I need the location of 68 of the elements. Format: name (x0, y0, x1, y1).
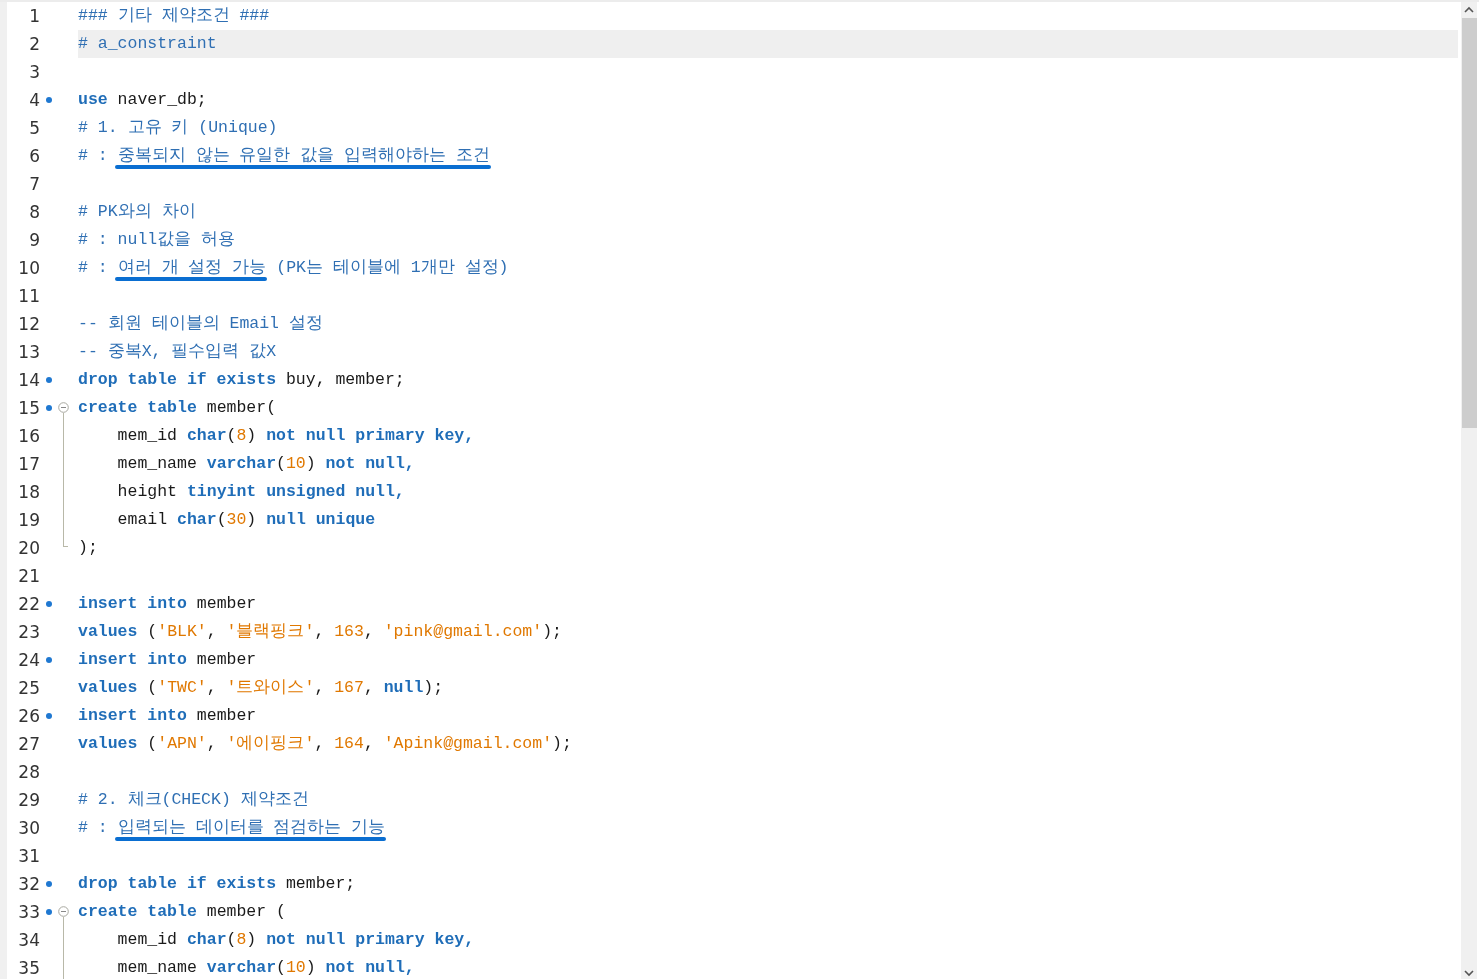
line-number: 33 (17, 901, 40, 924)
line-number: 26 (17, 705, 40, 728)
code-line: insert into member (78, 650, 257, 669)
code-line: create table member ( (78, 902, 286, 921)
line-number: 4 (28, 89, 40, 112)
code-line: 중복되지 않는 유일한 값을 입력해야하는 조건 (117, 146, 491, 165)
code-line: -- 회원 테이블의 Email 설정 (78, 314, 323, 333)
line-number: 13 (17, 341, 40, 364)
line-number: 28 (17, 761, 40, 784)
line-number: 12 (17, 313, 40, 336)
line-number: 3 (28, 61, 40, 84)
line-number: 8 (28, 201, 40, 224)
line-number: 32 (17, 873, 40, 896)
code-line: drop table if exists member; (78, 874, 356, 893)
code-line: mem_id char(8) not null primary key, (116, 930, 475, 949)
code-line: -- 중복X, 필수입력 값X (78, 342, 277, 361)
line-number: 7 (28, 173, 40, 196)
line-number: 15 (17, 397, 40, 420)
code-line: mem_name varchar(10) not null, (116, 454, 415, 473)
code-line: use naver_db; (78, 90, 207, 109)
line-number: 17 (17, 453, 40, 476)
code-line: insert into member (78, 706, 257, 725)
code-line: mem_id char(8) not null primary key, (116, 426, 475, 445)
line-number: 21 (17, 565, 40, 588)
code-line: drop table if exists buy, member; (78, 370, 405, 389)
code-line: # : (78, 818, 109, 837)
line-number: 23 (17, 621, 40, 644)
line-number: 6 (28, 145, 40, 168)
code-line: (PK는 테이블에 1개만 설정) (275, 258, 509, 277)
code-line: # : null값을 허용 (78, 230, 236, 249)
line-number: 25 (17, 677, 40, 700)
line-number: 29 (17, 789, 40, 812)
code-line: # : (78, 146, 109, 165)
code-line: 입력되는 데이터를 점검하는 기능 (117, 818, 386, 837)
line-number: 22 (17, 593, 40, 616)
line-number: 1 (28, 5, 40, 28)
code-line: create table member( (78, 398, 277, 417)
code-line: height tinyint unsigned null, (116, 482, 405, 501)
line-number: 14 (17, 369, 40, 392)
line-number: 18 (17, 481, 40, 504)
line-number: 16 (17, 425, 40, 448)
line-number: 31 (17, 845, 40, 868)
line-number: 34 (17, 929, 40, 952)
line-number: 2 (28, 33, 40, 56)
line-number: 27 (17, 733, 40, 756)
code-line: # PK와의 차이 (78, 202, 196, 221)
code-line: # : (78, 258, 109, 277)
line-number: 20 (17, 537, 40, 560)
code-line: # a_constraint (78, 34, 217, 53)
line-number: 11 (17, 285, 40, 308)
line-number: 19 (17, 509, 40, 532)
line-number: 35 (17, 957, 40, 979)
line-number: 10 (17, 257, 40, 280)
line-number: 5 (28, 117, 40, 140)
code-line: values ('TWC', '트와이스', 167, null); (78, 678, 444, 697)
code-line: mem_name varchar(10) not null, (116, 958, 415, 977)
code-line: # 2. 체크(CHECK) 제약조건 (78, 790, 309, 809)
code-line: 여러 개 설정 가능 (117, 258, 267, 277)
line-number: 30 (17, 817, 40, 840)
line-number: 24 (17, 649, 40, 672)
code-line: values ('APN', '에이핑크', 164, 'Apink@gmail.com'); (78, 734, 572, 753)
code-line: # 1. 고유 키 (Unique) (78, 118, 278, 137)
code-line: ); (78, 538, 98, 557)
code-line: values ('BLK', '블랙핑크', 163, 'pink@gmail.com'); (78, 622, 562, 641)
code-line: insert into member (78, 594, 257, 613)
line-number: 9 (28, 229, 40, 252)
code-line: ### 기타 제약조건 ### (78, 6, 270, 25)
code-line: email char(30) null unique (116, 510, 376, 529)
